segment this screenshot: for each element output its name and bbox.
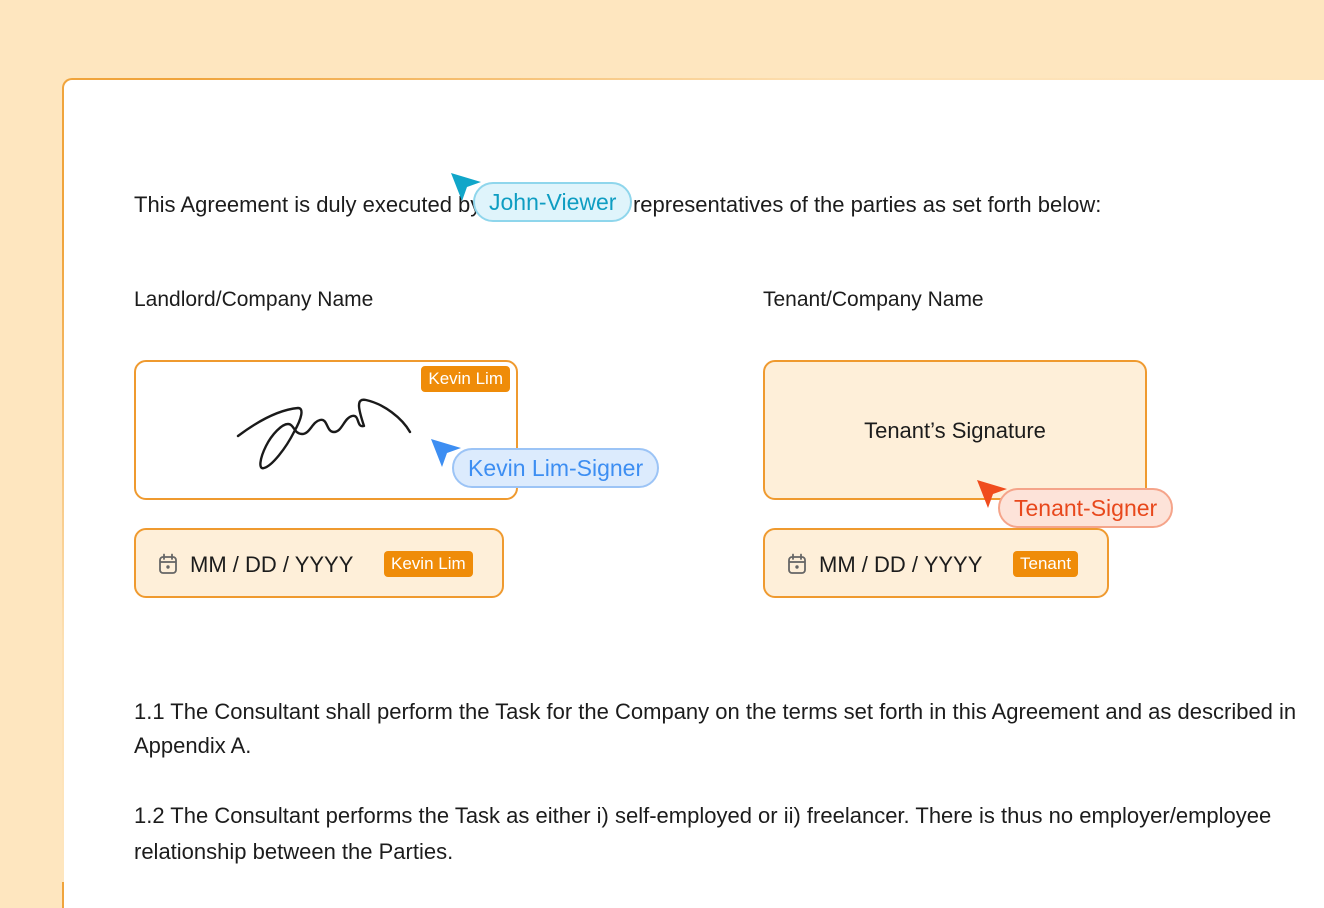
tenant-date-placeholder: MM / DD / YYYY: [819, 552, 983, 577]
page-edge-fade: [62, 78, 1324, 80]
page-edge-fade-vertical: [62, 78, 64, 882]
tenant-date-badge: Tenant: [1013, 551, 1079, 577]
calendar-icon: [159, 553, 177, 574]
clause-1-2-line-1: 1.2 The Consultant performs the Task as …: [134, 803, 1272, 828]
tenant-signer-cursor-label: Tenant-Signer: [998, 488, 1174, 528]
landlord-date-field[interactable]: MM / DD / YYYY Kevin Lim: [134, 528, 504, 598]
clause-1-1-line-2: Appendix A.: [134, 733, 252, 758]
tenant-date-field[interactable]: MM / DD / YYYY Tenant: [763, 528, 1109, 598]
landlord-heading: Landlord/Company Name: [134, 288, 374, 311]
kevin-signer-cursor-label: Kevin Lim-Signer: [452, 448, 660, 488]
john-viewer-cursor-label: John-Viewer: [473, 182, 633, 222]
clause-1-2-line-2: relationship between the Parties.: [134, 839, 454, 864]
calendar-icon: [788, 553, 806, 574]
landlord-signer-badge: Kevin Lim: [421, 366, 510, 392]
landlord-date-placeholder: MM / DD / YYYY: [190, 552, 354, 577]
landlord-date-badge: Kevin Lim: [384, 551, 473, 577]
tenant-signature-placeholder: Tenant’s Signature: [864, 418, 1046, 443]
signature-drawing: [236, 398, 412, 470]
clause-1-1-line-1: 1.1 The Consultant shall perform the Tas…: [134, 699, 1297, 724]
tenant-heading: Tenant/Company Name: [763, 288, 984, 311]
tenant-signature-field[interactable]: Tenant’s Signature: [763, 360, 1147, 500]
